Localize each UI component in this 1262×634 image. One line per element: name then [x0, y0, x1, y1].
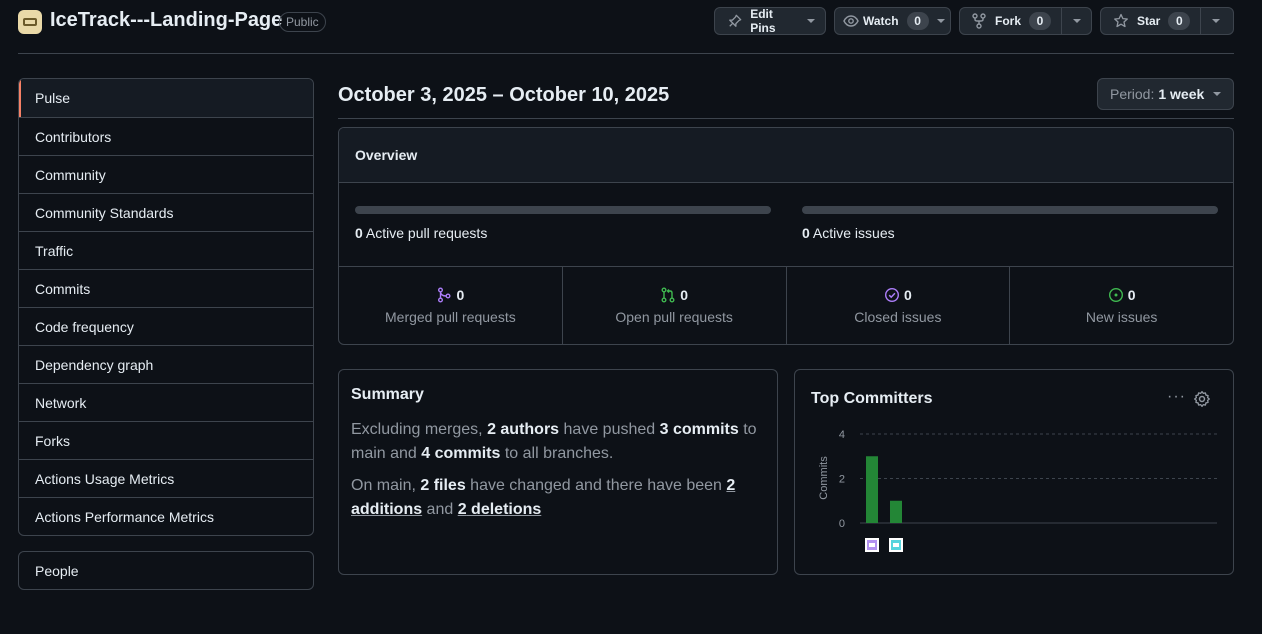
repo-avatar: [18, 10, 42, 34]
pin-icon: [727, 13, 742, 29]
edit-pins-label: Edit Pins: [750, 7, 776, 35]
chevron-down-icon: [936, 19, 945, 23]
sidebar-item-actions-performance-metrics[interactable]: Actions Performance Metrics: [19, 497, 313, 535]
closed-issues-label: Closed issues: [854, 309, 942, 325]
pull-request-icon: [661, 287, 675, 303]
new-issues-label: New issues: [1085, 309, 1158, 325]
active-issue-label: Active issues: [812, 225, 895, 241]
deletions-link[interactable]: 2 deletions: [458, 501, 542, 518]
merged-prs-label: Merged pull requests: [385, 309, 516, 325]
star-button[interactable]: Star 0: [1100, 7, 1234, 35]
new-issues-count: 0: [1127, 287, 1136, 303]
main-commits-link[interactable]: 3 commits: [660, 421, 739, 438]
closed-issues-count: 0: [903, 287, 912, 303]
active-issue-summary[interactable]: 0 Active issues: [802, 225, 895, 241]
sidebar-item-people[interactable]: People: [18, 551, 314, 590]
watch-button[interactable]: Watch 0: [834, 7, 951, 35]
authors-count-link[interactable]: 2 authors: [487, 421, 559, 438]
summary-panel: Summary Excluding merges, 2 authors have…: [338, 369, 778, 575]
sidebar-item-pulse[interactable]: Pulse: [19, 79, 313, 117]
merged-prs-count: 0: [456, 287, 465, 303]
top-committers-title: Top Committers: [811, 390, 933, 407]
watch-label: Watch: [863, 14, 899, 28]
top-committers-panel: Top Committers ··· 4 2 0 Commits: [794, 369, 1234, 575]
all-commits-link[interactable]: 4 commits: [421, 445, 500, 462]
main-divider: [338, 118, 1234, 119]
y-tick-label: 0: [839, 518, 845, 530]
star-dropdown-chevron-icon[interactable]: [1212, 19, 1221, 23]
merge-icon: [438, 287, 451, 303]
bar: [890, 500, 902, 523]
files-changed-link[interactable]: 2 files: [420, 477, 465, 494]
fork-label: Fork: [994, 14, 1021, 28]
insights-sidebar: Pulse Contributors Community Community S…: [18, 78, 314, 536]
period-label: Period:: [1110, 86, 1155, 102]
top-committers-chart: 4 2 0 Commits: [818, 429, 1217, 552]
active-issue-bar: [802, 206, 1218, 214]
issue-closed-icon: [884, 287, 899, 303]
chevron-down-icon: [1213, 92, 1221, 96]
sidebar-item-community[interactable]: Community: [19, 155, 313, 193]
open-prs-count: 0: [680, 287, 689, 303]
active-issue-count: 0: [802, 225, 810, 241]
active-pr-count: 0: [355, 225, 363, 241]
active-pr-summary[interactable]: 0 Active pull requests: [355, 225, 487, 241]
y-axis-label: Commits: [818, 456, 830, 500]
sidebar-item-dependency-graph[interactable]: Dependency graph: [19, 345, 313, 383]
star-label: Star: [1137, 14, 1161, 28]
period-value: 1 week: [1158, 86, 1205, 102]
header-divider: [18, 53, 1234, 54]
sidebar-item-actions-usage-metrics[interactable]: Actions Usage Metrics: [19, 459, 313, 497]
sidebar-item-network[interactable]: Network: [19, 383, 313, 421]
sidebar-item-forks[interactable]: Forks: [19, 421, 313, 459]
visibility-badge: Public: [279, 12, 326, 32]
star-icon: [1113, 13, 1129, 29]
new-issues-stat[interactable]: 0 New issues: [1009, 267, 1233, 344]
star-count: 0: [1168, 12, 1191, 30]
overview-stats: 0 Merged pull requests 0 Open pull reque…: [339, 266, 1233, 344]
summary-title: Summary: [351, 386, 424, 403]
overview-title: Overview: [339, 128, 1233, 183]
repo-forked-icon: [972, 13, 987, 29]
sidebar-item-commits[interactable]: Commits: [19, 269, 313, 307]
committer-avatar-pattern: [893, 543, 899, 547]
issue-opened-icon: [1108, 287, 1123, 303]
sidebar-item-traffic[interactable]: Traffic: [19, 231, 313, 269]
sidebar-item-code-frequency[interactable]: Code frequency: [19, 307, 313, 345]
summary-commits-text: Excluding merges, 2 authors have pushed …: [351, 421, 757, 462]
more-options-icon[interactable]: ···: [1167, 388, 1186, 406]
sidebar-item-community-standards[interactable]: Community Standards: [19, 193, 313, 231]
open-prs-stat[interactable]: 0 Open pull requests: [561, 267, 786, 344]
fork-count: 0: [1029, 12, 1051, 30]
page-title: October 3, 2025 – October 10, 2025: [338, 84, 670, 106]
bar: [866, 456, 878, 523]
merged-prs-stat[interactable]: 0 Merged pull requests: [339, 267, 562, 344]
summary-files-text: On main, 2 files have changed and there …: [351, 477, 736, 518]
active-pr-bar: [355, 206, 771, 214]
fork-dropdown-chevron-icon[interactable]: [1073, 19, 1081, 23]
gear-icon[interactable]: [1193, 390, 1211, 408]
period-select[interactable]: Period: 1 week: [1097, 78, 1234, 110]
open-prs-label: Open pull requests: [615, 309, 733, 325]
sidebar-item-contributors[interactable]: Contributors: [19, 117, 313, 155]
closed-issues-stat[interactable]: 0 Closed issues: [785, 267, 1010, 344]
eye-icon: [843, 13, 859, 29]
y-tick-label: 4: [839, 429, 845, 441]
watch-count: 0: [906, 12, 929, 30]
y-tick-label: 2: [839, 474, 845, 486]
chevron-down-icon: [807, 19, 815, 23]
committer-avatar-pattern: [869, 543, 875, 547]
active-pr-label: Active pull requests: [365, 225, 488, 241]
edit-pins-button[interactable]: Edit Pins: [714, 7, 826, 35]
overview-panel: Overview 0 Active pull requests 0 Active…: [338, 127, 1234, 345]
fork-button[interactable]: Fork 0: [959, 7, 1092, 35]
repo-title[interactable]: IceTrack---Landing-Page: [50, 9, 282, 32]
